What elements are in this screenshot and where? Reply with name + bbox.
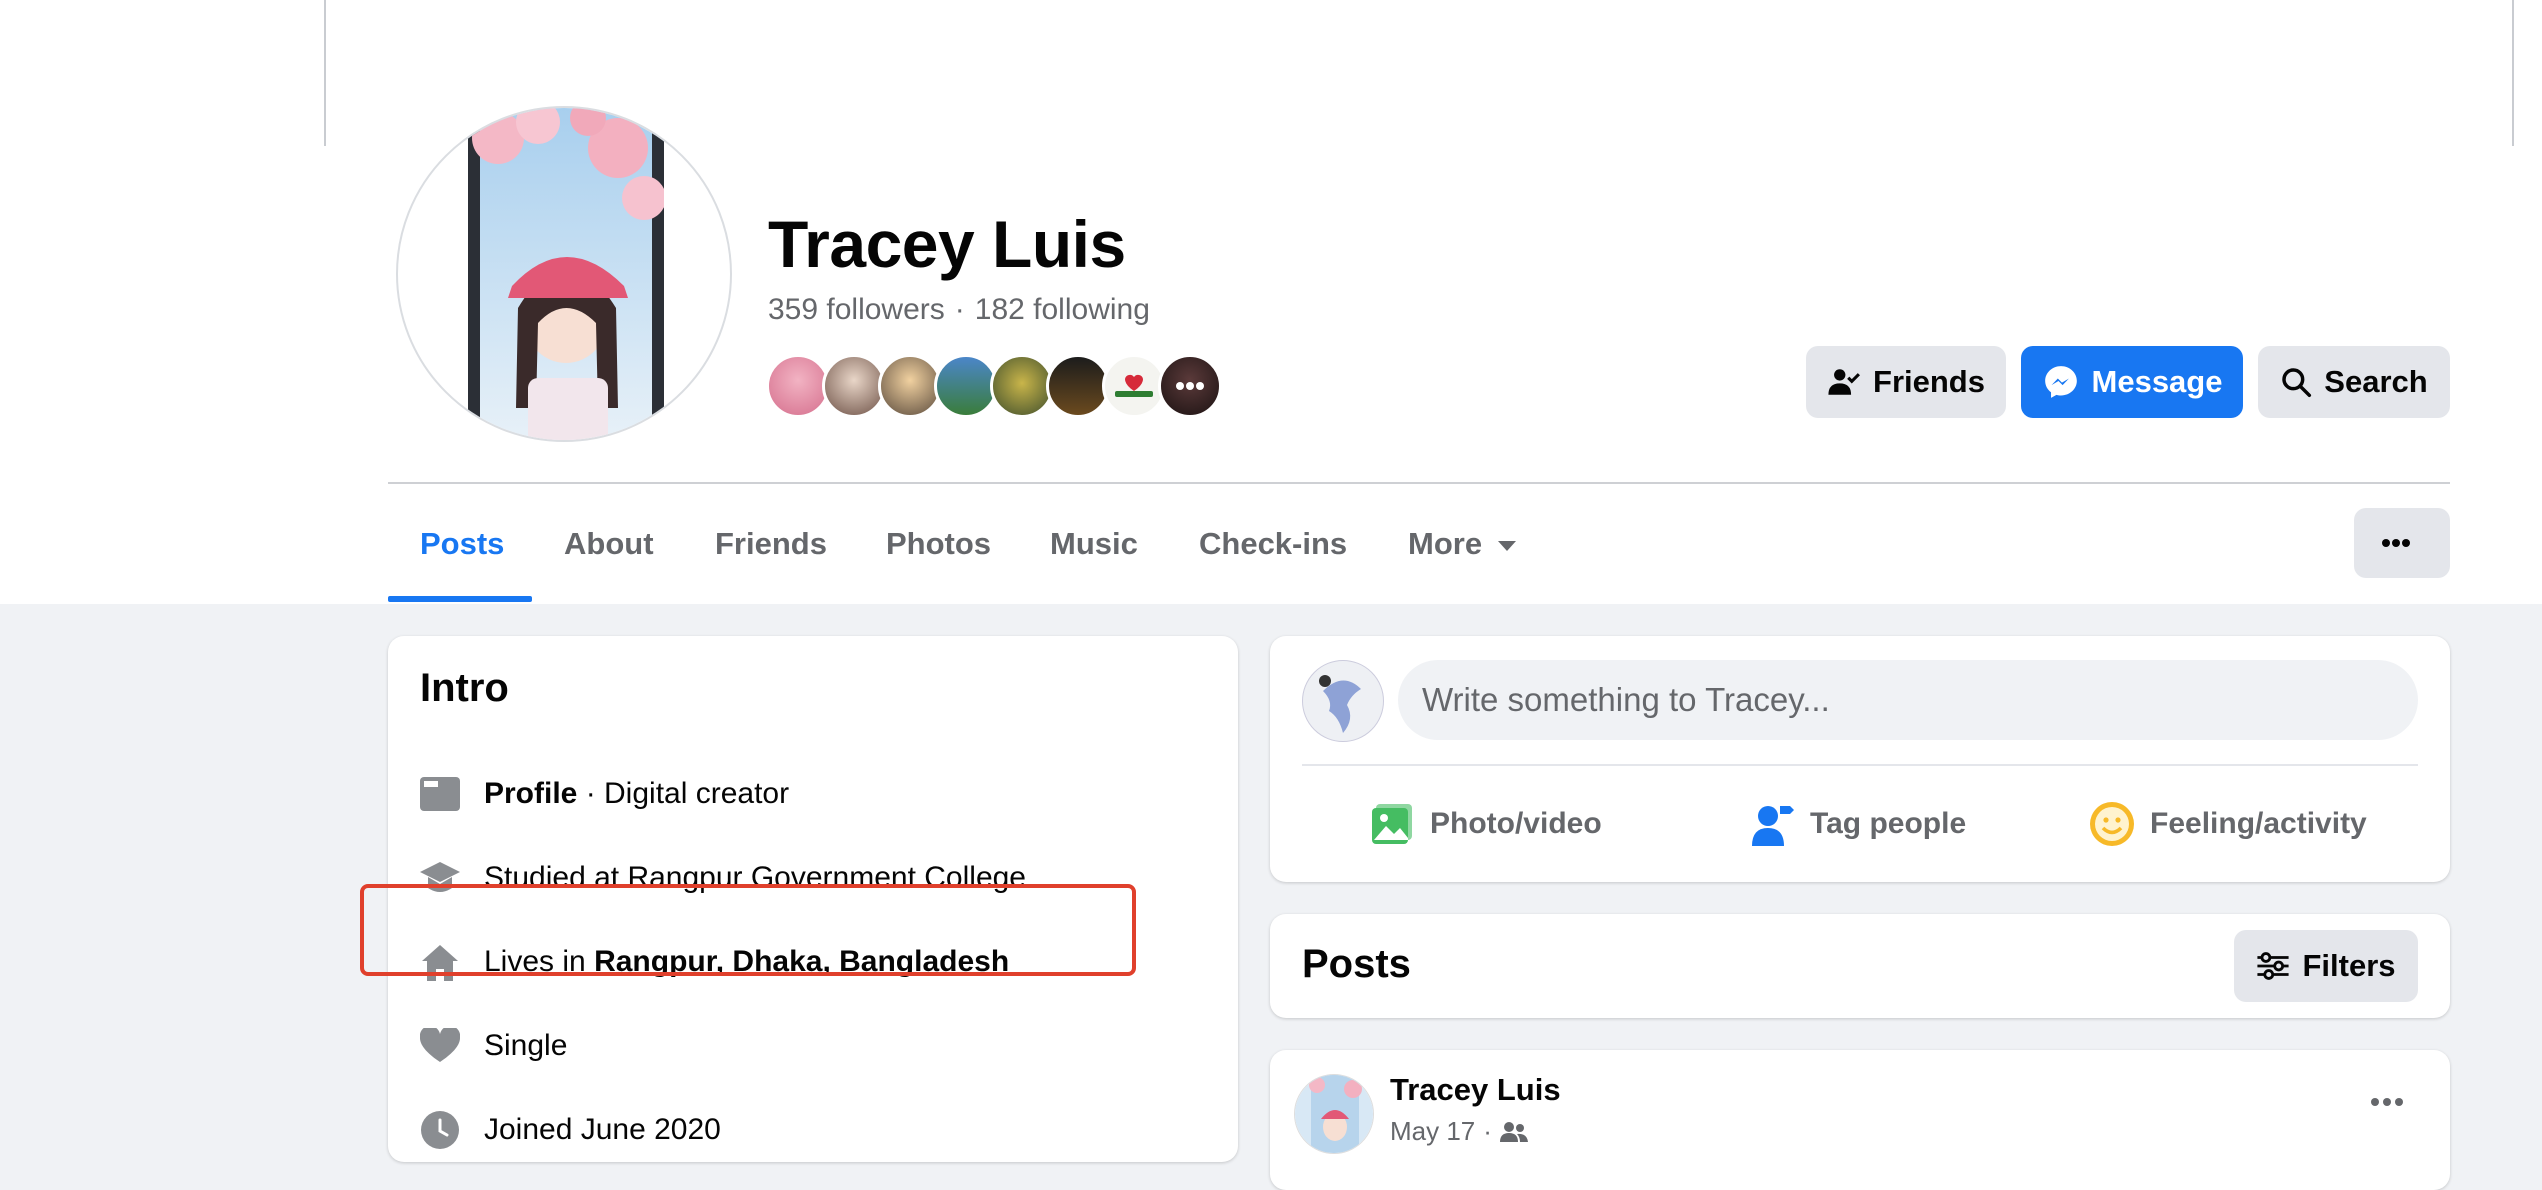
tab-music[interactable]: Music: [1050, 508, 1138, 604]
friend-avatar[interactable]: [990, 354, 1054, 418]
follow-stats: 359 followers · 182 following: [768, 290, 1150, 330]
post-meta-separator: ·: [1483, 1116, 1492, 1146]
header-divider: [388, 482, 2450, 484]
post-options-button[interactable]: [2370, 1094, 2404, 1112]
friend-avatar[interactable]: [878, 354, 942, 418]
posts-header: Posts Filters: [1270, 914, 2450, 1018]
posts-title: Posts: [1302, 942, 1411, 986]
friend-avatar[interactable]: [1046, 354, 1110, 418]
intro-title: Intro: [420, 666, 509, 710]
profile-picture-image: [468, 108, 664, 440]
intro-joined: Joined June 2020: [420, 1100, 721, 1160]
profile-options-button[interactable]: [2354, 508, 2450, 578]
tab-more[interactable]: More: [1408, 508, 1517, 604]
post-author-name[interactable]: Tracey Luis: [1390, 1072, 1561, 1108]
tab-check-ins[interactable]: Check-ins: [1199, 508, 1347, 604]
filters-icon: [2257, 952, 2290, 980]
photo-icon: [1372, 804, 1412, 844]
message-button[interactable]: Message: [2021, 346, 2243, 418]
tab-more-label: More: [1408, 526, 1483, 561]
current-user-avatar[interactable]: [1302, 660, 1384, 742]
tab-posts[interactable]: Posts: [420, 508, 504, 604]
tab-photos[interactable]: Photos: [886, 508, 991, 604]
following-count[interactable]: 182 following: [975, 293, 1150, 326]
tag-people-label: Tag people: [1810, 807, 1967, 840]
annotation-highlight-box: [360, 884, 1136, 976]
search-icon: [2282, 368, 2312, 398]
post-date[interactable]: May 17: [1390, 1116, 1475, 1147]
clock-icon: [420, 1110, 460, 1150]
profile-name: Tracey Luis: [768, 207, 1126, 281]
cover-photo-edge: [2512, 0, 2514, 146]
friends-button[interactable]: Friends: [1806, 346, 2006, 418]
friend-avatar[interactable]: [822, 354, 886, 418]
caret-down-icon: [1498, 540, 1517, 551]
tag-people-icon: [1752, 806, 1794, 846]
profile-header: Tracey Luis 359 followers · 182 following: [0, 0, 2542, 604]
post-item: Tracey Luis May 17 ·: [1270, 1050, 2450, 1190]
mutual-friends-avatars: [766, 354, 1226, 420]
intro-profile-type: Profile · Digital creator: [420, 764, 789, 824]
more-options-icon: [2382, 539, 2410, 547]
tag-people-button[interactable]: Tag people: [1748, 792, 1966, 856]
friend-avatar[interactable]: [934, 354, 998, 418]
friends-check-icon: [1828, 369, 1860, 395]
messenger-icon: [2044, 366, 2077, 398]
intro-relationship-text: Single: [484, 1029, 568, 1062]
message-button-label: Message: [2091, 364, 2223, 399]
write-post-input[interactable]: Write something to Tracey...: [1398, 660, 2418, 740]
intro-profile-value: · Digital creator: [577, 777, 790, 810]
filters-label: Filters: [2302, 948, 2396, 983]
bird-avatar-image: [1319, 675, 1361, 733]
friend-avatar[interactable]: [1102, 354, 1166, 418]
intro-profile-label: Profile: [484, 777, 578, 810]
photo-video-button[interactable]: Photo/video: [1368, 792, 1602, 856]
profile-picture[interactable]: [396, 106, 732, 442]
filters-button[interactable]: Filters: [2234, 930, 2418, 1002]
post-meta: May 17 ·: [1390, 1116, 1528, 1147]
feeling-activity-label: Feeling/activity: [2150, 807, 2367, 840]
search-button[interactable]: Search: [2258, 346, 2450, 418]
tab-about[interactable]: About: [564, 508, 654, 604]
intro-relationship: Single: [420, 1016, 567, 1076]
intro-joined-text: Joined June 2020: [484, 1113, 721, 1146]
followers-count[interactable]: 359 followers: [768, 293, 945, 326]
active-tab-indicator: [388, 596, 532, 602]
photo-video-label: Photo/video: [1430, 807, 1602, 840]
friends-audience-icon[interactable]: [1499, 1121, 1528, 1143]
heart-icon: [1115, 374, 1153, 397]
cover-photo-edge: [324, 0, 326, 146]
more-options-icon: [2371, 1098, 2403, 1106]
friends-button-label: Friends: [1873, 364, 1985, 399]
composer-divider: [1302, 764, 2418, 766]
post-author-avatar[interactable]: [1294, 1074, 1374, 1154]
smiley-icon: [2090, 802, 2134, 846]
post-composer: Write something to Tracey... Photo/video…: [1270, 636, 2450, 882]
search-button-label: Search: [2324, 364, 2428, 399]
feeling-activity-button[interactable]: Feeling/activity: [2088, 792, 2367, 856]
tab-friends[interactable]: Friends: [715, 508, 827, 604]
profile-card-icon: [420, 774, 460, 814]
heart-icon: [420, 1026, 460, 1066]
friend-avatar[interactable]: [766, 354, 830, 418]
see-more-friends-icon[interactable]: [1158, 354, 1222, 418]
stats-separator: ·: [954, 293, 965, 326]
